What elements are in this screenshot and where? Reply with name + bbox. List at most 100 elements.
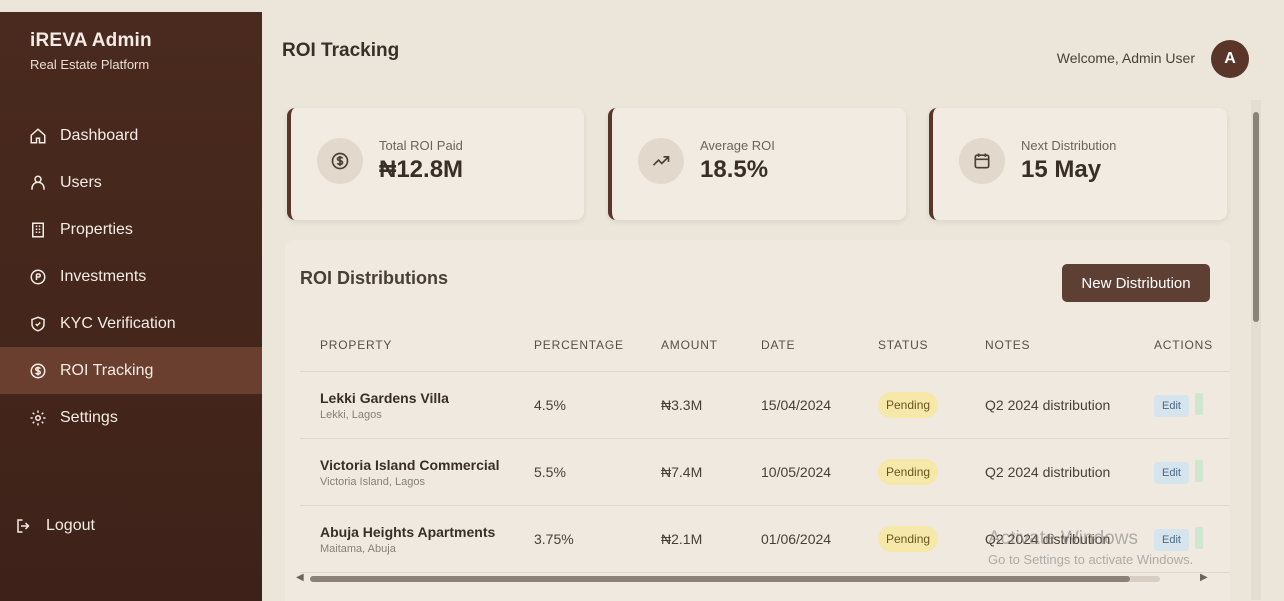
delete-button[interactable] (1194, 460, 1203, 483)
home-icon (28, 126, 48, 146)
stat-label: Average ROI (700, 138, 775, 153)
property-location: Victoria Island, Lagos (320, 475, 425, 488)
sidebar-item-settings[interactable]: Settings (0, 394, 262, 441)
sidebar-nav: Dashboard Users Properties Investments K… (0, 112, 262, 441)
logout-label: Logout (46, 516, 95, 534)
property-name: Victoria Island Commercial (320, 456, 500, 473)
amount-cell: ₦2.1M (661, 531, 703, 547)
notes-cell: Q2 2024 distribution (985, 464, 1111, 480)
watermark-subtitle: Go to Settings to activate Windows. (988, 552, 1194, 567)
dollar-circle-icon (317, 138, 363, 184)
shield-icon (28, 314, 48, 334)
column-header-actions: ACTIONS (1154, 337, 1213, 352)
percentage-cell: 5.5% (534, 464, 566, 480)
actions-cell: Edit (1139, 393, 1230, 417)
actions-cell: Edit (1139, 460, 1230, 484)
logout-section: Logout (0, 502, 262, 549)
sidebar: iREVA Admin Real Estate Platform Dashboa… (0, 12, 262, 601)
scroll-thumb[interactable] (310, 576, 1130, 582)
calendar-icon (959, 138, 1005, 184)
table-row: Victoria Island Commercial Victoria Isla… (300, 439, 1230, 506)
status-badge: Pending (878, 526, 939, 552)
brand-subtitle: Real Estate Platform (30, 57, 150, 72)
sidebar-item-label: Settings (60, 408, 118, 426)
vertical-scrollbar[interactable] (1251, 100, 1261, 600)
percentage-cell: 3.75% (534, 531, 574, 547)
scroll-left-icon[interactable]: ◀ (296, 572, 304, 583)
stat-value: 15 May (1021, 156, 1102, 183)
brand-title: iREVA Admin (30, 30, 152, 51)
amount-cell: ₦3.3M (661, 397, 703, 413)
status-badge: Pending (878, 459, 939, 485)
status-cell: Pending (860, 392, 967, 418)
scroll-thumb[interactable] (1253, 112, 1259, 322)
amount-cell: ₦7.4M (661, 464, 703, 480)
sidebar-item-users[interactable]: Users (0, 159, 262, 206)
sidebar-item-label: Investments (60, 267, 147, 285)
sidebar-item-properties[interactable]: Properties (0, 206, 262, 253)
date-cell: 15/04/2024 (761, 397, 832, 413)
page-title: ROI Tracking (282, 40, 400, 61)
date-cell: 01/06/2024 (761, 531, 832, 547)
trend-up-icon (638, 138, 684, 184)
horizontal-scrollbar[interactable]: ◀ ▶ (296, 572, 1212, 586)
status-badge: Pending (878, 392, 939, 418)
welcome-text: Welcome, Admin User (1056, 50, 1195, 66)
coin-icon (28, 267, 48, 287)
sidebar-item-label: Properties (60, 220, 133, 238)
stat-card-average-roi: Average ROI 18.5% (608, 108, 906, 220)
sidebar-item-label: KYC Verification (60, 314, 176, 332)
date-cell: 10/05/2024 (761, 464, 832, 480)
column-header-date[interactable]: DATE (743, 338, 860, 352)
column-header-status[interactable]: STATUS (860, 338, 967, 352)
panel-title: ROI Distributions (300, 268, 448, 288)
stat-value: 18.5% (700, 156, 769, 183)
column-header-amount[interactable]: AMOUNT (643, 338, 743, 352)
sidebar-item-label: Dashboard (60, 126, 139, 144)
watermark-title: Activate Windows (988, 528, 1138, 549)
stat-label: Next Distribution (1021, 138, 1117, 153)
status-cell: Pending (860, 459, 967, 485)
table-header: PROPERTY PERCENTAGE AMOUNT DATE STATUS N… (300, 318, 1230, 372)
percentage-cell: 4.5% (534, 397, 566, 413)
edit-button[interactable]: Edit (1154, 394, 1189, 417)
brand: iREVA Admin Real Estate Platform (30, 30, 152, 72)
sidebar-item-dashboard[interactable]: Dashboard (0, 112, 262, 159)
property-name: Lekki Gardens Villa (320, 389, 449, 406)
gear-icon (28, 408, 48, 428)
activate-windows-watermark: Activate Windows Go to Settings to activ… (988, 528, 1193, 567)
notes-cell: Q2 2024 distribution (985, 397, 1111, 413)
sidebar-item-label: Users (60, 173, 102, 191)
logout-icon (14, 516, 34, 536)
dollar-circle-icon (28, 361, 48, 381)
scroll-right-icon[interactable]: ▶ (1200, 572, 1208, 583)
stat-label: Total ROI Paid (379, 138, 463, 153)
property-cell: Abuja Heights Apartments Maitama, Abuja (300, 524, 520, 555)
property-location: Maitama, Abuja (320, 542, 396, 555)
avatar[interactable]: A (1211, 40, 1249, 78)
delete-button[interactable] (1194, 393, 1203, 416)
property-name: Abuja Heights Apartments (320, 523, 496, 540)
column-header-percentage[interactable]: PERCENTAGE (520, 338, 643, 352)
stat-card-total-roi: Total ROI Paid ₦12.8M (287, 108, 584, 220)
logout-button[interactable]: Logout (0, 502, 262, 549)
stat-card-next-distribution: Next Distribution 15 May (929, 108, 1227, 220)
table-row: Lekki Gardens Villa Lekki, Lagos 4.5% ₦3… (300, 372, 1230, 439)
stat-value: ₦12.8M (379, 156, 464, 183)
column-header-property[interactable]: PROPERTY (300, 338, 520, 352)
edit-button[interactable]: Edit (1154, 461, 1189, 484)
property-location: Lekki, Lagos (320, 408, 382, 421)
property-cell: Lekki Gardens Villa Lekki, Lagos (300, 390, 520, 421)
new-distribution-button[interactable]: New Distribution (1062, 264, 1210, 302)
sidebar-item-label: ROI Tracking (60, 361, 154, 379)
building-icon (28, 220, 48, 240)
sidebar-item-kyc-verification[interactable]: KYC Verification (0, 300, 262, 347)
sidebar-item-roi-tracking[interactable]: ROI Tracking (0, 347, 262, 394)
column-header-notes[interactable]: NOTES (967, 338, 1139, 352)
users-icon (28, 173, 48, 193)
status-cell: Pending (860, 526, 967, 552)
property-cell: Victoria Island Commercial Victoria Isla… (300, 457, 520, 488)
topbar: ROI Tracking Welcome, Admin User A (265, 12, 1265, 84)
delete-button[interactable] (1194, 527, 1203, 550)
sidebar-item-investments[interactable]: Investments (0, 253, 262, 300)
